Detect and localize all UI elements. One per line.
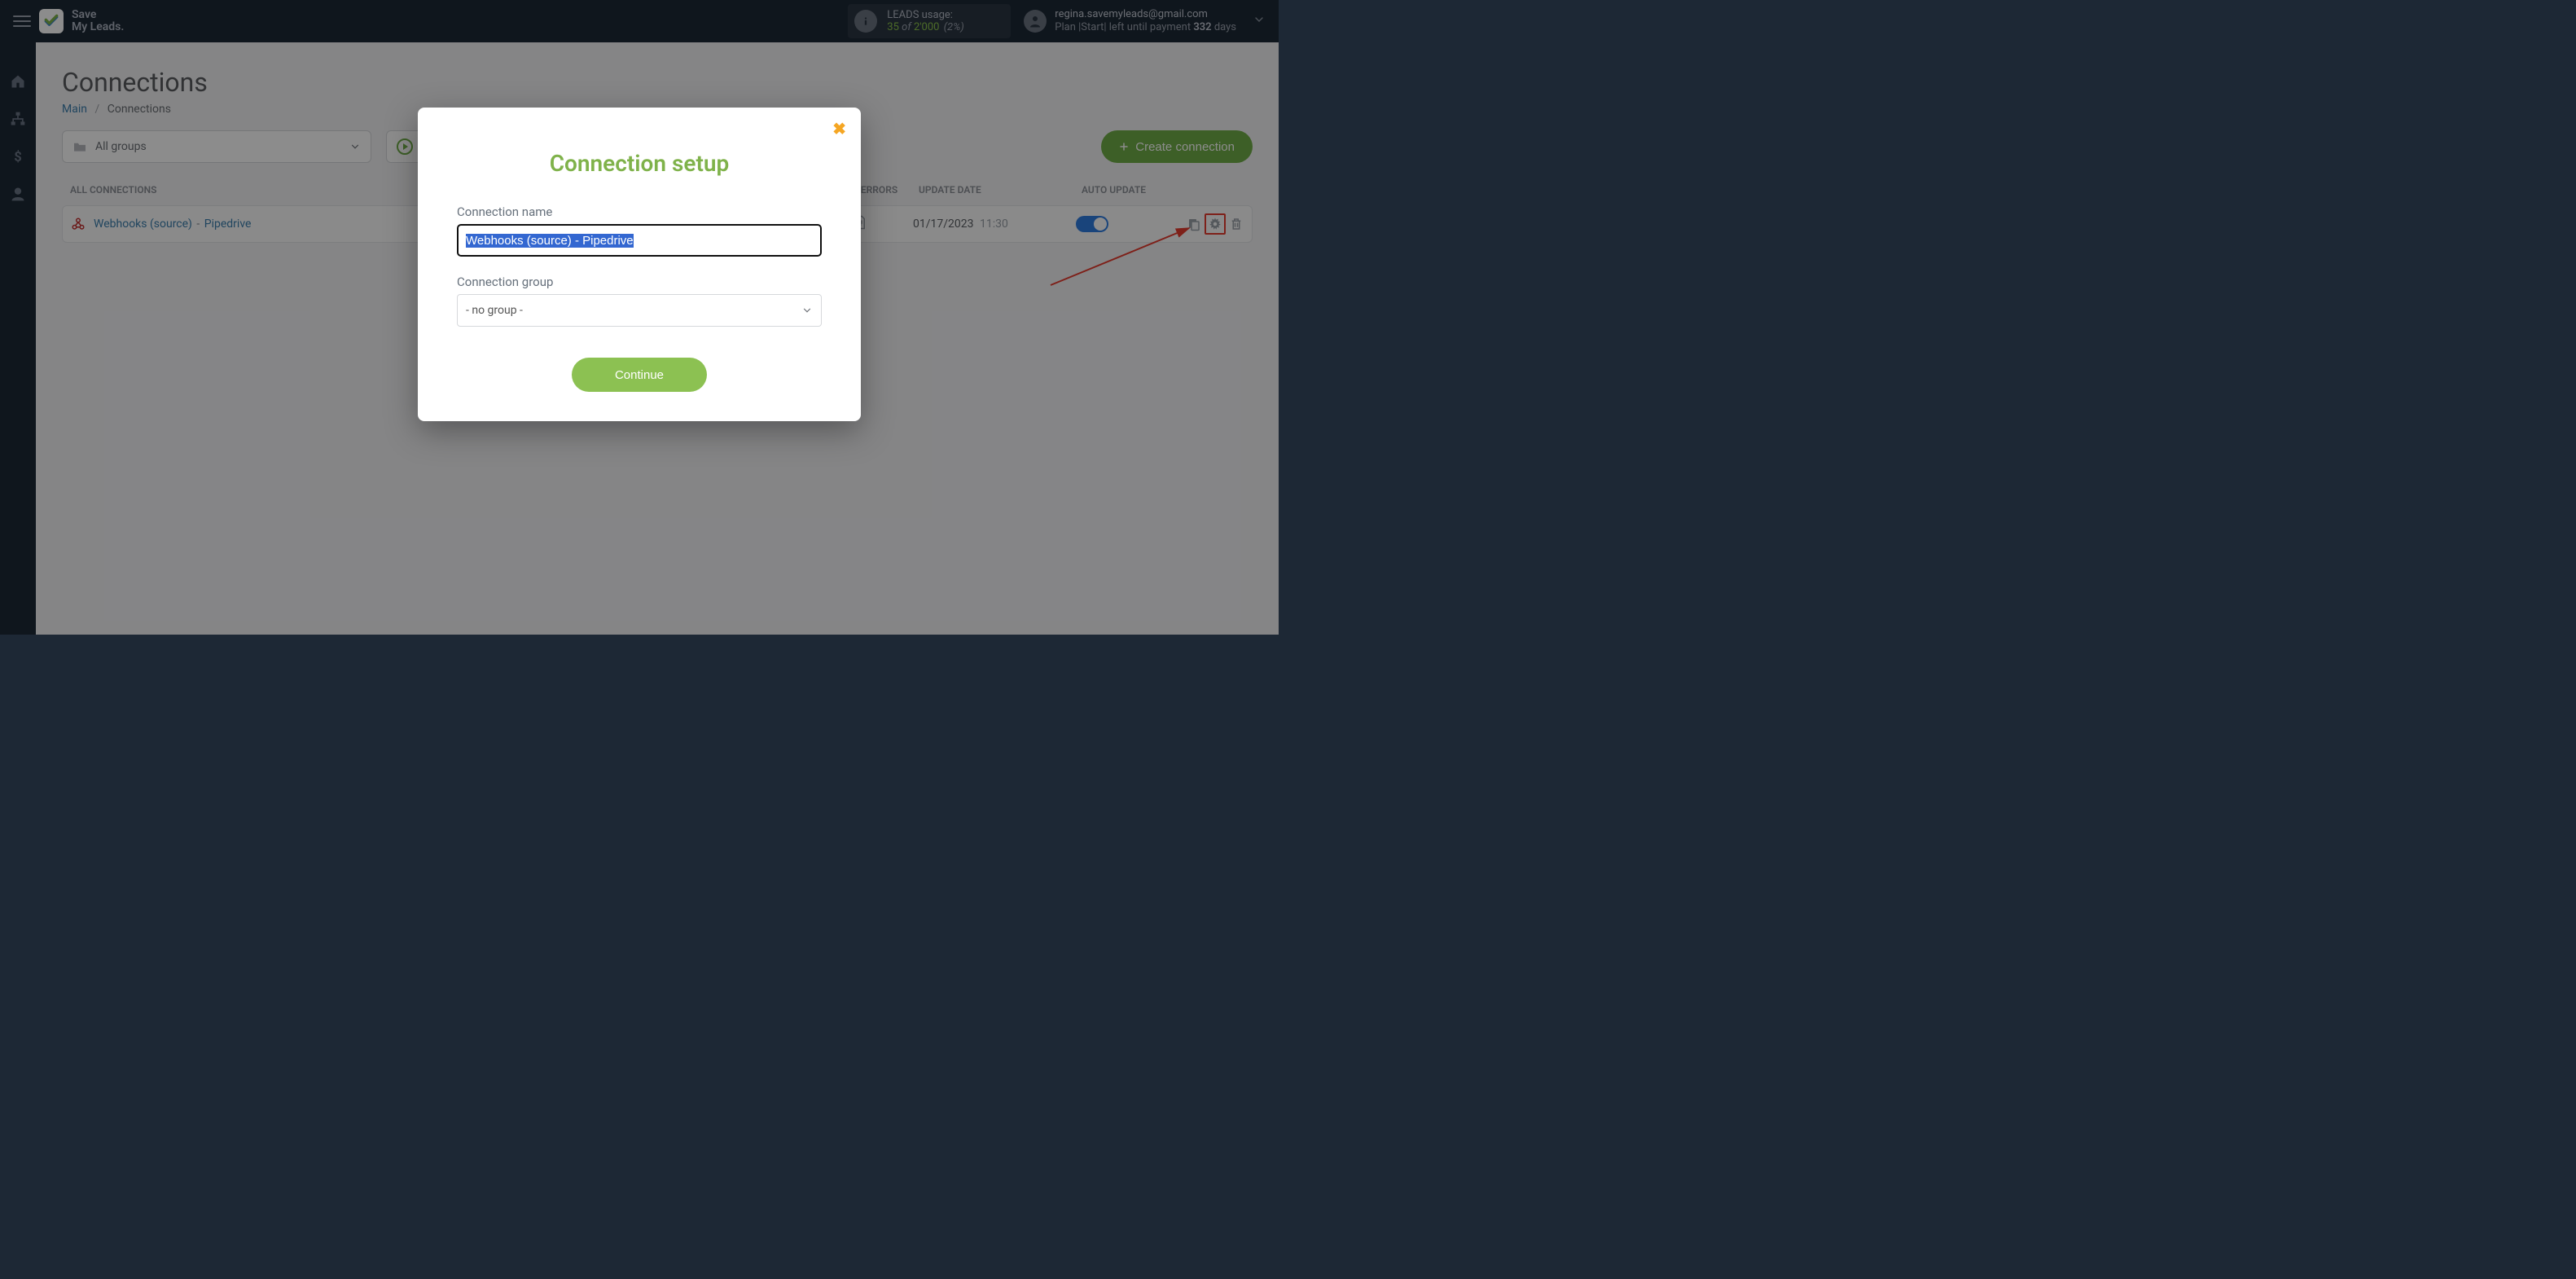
modal-overlay[interactable]: ✖ Connection setup Connection name Conne…: [0, 0, 1279, 635]
connection-setup-modal: ✖ Connection setup Connection name Conne…: [418, 108, 861, 421]
name-field-label: Connection name: [457, 204, 822, 219]
chevron-down-icon: [801, 305, 813, 316]
connection-group-select[interactable]: - no group -: [457, 294, 822, 327]
connection-group-value: - no group -: [466, 304, 523, 317]
connection-name-input[interactable]: [457, 224, 822, 257]
continue-button[interactable]: Continue: [572, 358, 707, 392]
group-field-label: Connection group: [457, 275, 822, 289]
close-icon[interactable]: ✖: [832, 119, 846, 139]
modal-title: Connection setup: [457, 150, 822, 177]
